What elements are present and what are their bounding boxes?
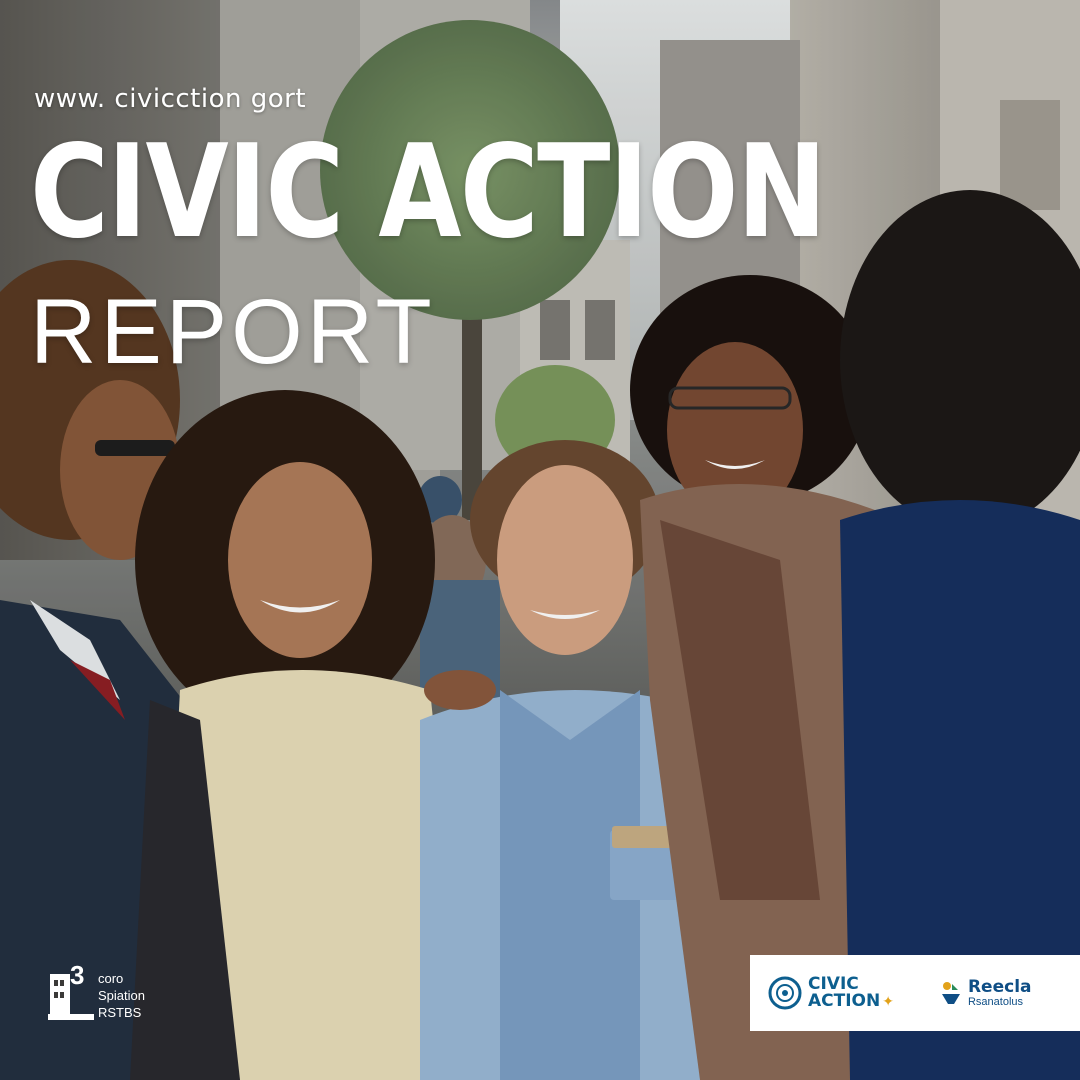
star-icon: ✦ (882, 994, 894, 1010)
organization-logo: 3 coro Spiation RSTBS (48, 960, 145, 1024)
poster: www. civicction gort CIVIC ACTION REPORT… (0, 0, 1080, 1080)
logo-number: 3 (70, 960, 85, 990)
partner-subtitle: Rsanatolus (967, 996, 1024, 1008)
civic-action-logo: CIVIC ACTION ✦ (768, 976, 894, 1010)
logo-text: coro Spiation RSTBS (98, 970, 145, 1021)
civic-action-line-2: ACTION (808, 991, 881, 1011)
logo-line-1: coro (98, 971, 124, 986)
partner-logo: Reecla Rsanatolus (940, 978, 1032, 1008)
building-icon: 3 (48, 960, 94, 1024)
partner-mark-icon (941, 982, 960, 1004)
partner-logo-bar: CIVIC ACTION ✦ Reecla Rsanatolus (750, 955, 1080, 1031)
logo-line-3: RSTBS (98, 1005, 142, 1020)
logo-line-2: Spiation (98, 988, 145, 1003)
seal-icon (768, 976, 802, 1010)
poster-title: CIVIC ACTION (30, 118, 827, 267)
website-url: www. civicction gort (34, 84, 307, 114)
partner-name: Reecla (967, 977, 1032, 997)
poster-subtitle: REPORT (30, 281, 436, 383)
